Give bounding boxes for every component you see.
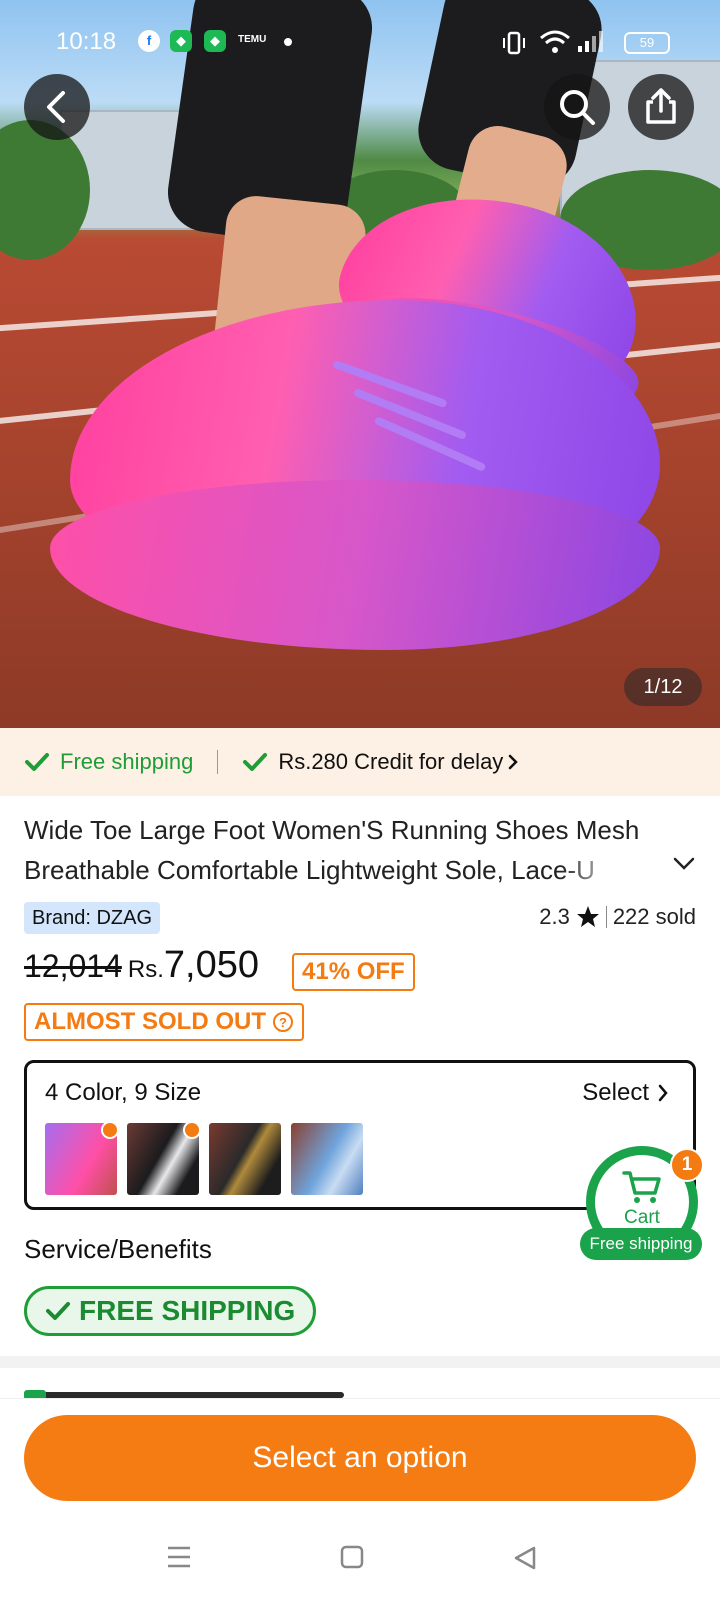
color-thumbnail[interactable]: [127, 1123, 199, 1195]
rating-value: 2.3: [539, 904, 570, 929]
color-thumbnail[interactable]: [45, 1123, 117, 1195]
temu-icon: TEMU: [238, 34, 267, 45]
signal-icon: [578, 31, 603, 52]
variant-count-label: 4 Color, 9 Size: [45, 1079, 202, 1106]
stock-warning-badge[interactable]: ALMOST SOLD OUT ?: [24, 1003, 304, 1041]
back-button[interactable]: [24, 74, 90, 140]
shield-app-icon: ◆: [204, 30, 226, 52]
bottom-action-bar: Select an option: [0, 1398, 720, 1604]
color-thumbnail[interactable]: [291, 1123, 363, 1195]
free-shipping-pill-label: FREE SHIPPING: [79, 1295, 296, 1326]
cart-count-badge: 1: [670, 1148, 704, 1182]
image-counter: 1/12: [624, 668, 702, 706]
select-option-button[interactable]: Select an option: [24, 1415, 696, 1501]
help-icon: ?: [272, 1012, 293, 1032]
divider: [605, 906, 607, 928]
wifi-icon: [540, 30, 570, 53]
search-icon: [560, 90, 595, 125]
select-variant-link[interactable]: Select: [582, 1079, 669, 1107]
stock-warning-label: ALMOST SOLD OUT: [34, 1008, 266, 1035]
notification-dot-icon: [284, 38, 292, 46]
divider: [217, 750, 219, 774]
shipping-strip[interactable]: Free shipping Rs.280 Credit for delay: [0, 728, 720, 796]
rating-summary[interactable]: 2.3 222 sold: [539, 904, 696, 930]
chevron-down-icon[interactable]: [672, 856, 696, 872]
hot-badge-icon: [183, 1123, 199, 1139]
free-shipping-label: Free shipping: [60, 749, 194, 774]
chevron-right-icon: [658, 1084, 668, 1102]
original-price: 12,014: [24, 948, 122, 984]
cart-label: Cart: [624, 1207, 660, 1228]
home-nav-icon[interactable]: [340, 1545, 364, 1569]
menu-nav-icon[interactable]: [166, 1545, 192, 1569]
chevron-left-icon: [47, 91, 65, 123]
brand-badge[interactable]: Brand: DZAG: [24, 902, 161, 934]
cart-icon: [622, 1171, 661, 1203]
currency-label: Rs.: [127, 956, 164, 983]
svg-text:?: ?: [279, 1015, 287, 1030]
status-bar: 10:18 f ◆ ◆ TEMU 59: [0, 22, 720, 62]
checkmark-icon: [46, 1302, 70, 1320]
services-heading: Service/Benefits: [24, 1234, 212, 1264]
section-divider: [0, 1356, 720, 1368]
shoe-front-sole: [50, 480, 660, 650]
select-label: Select: [582, 1079, 649, 1106]
status-time: 10:18: [56, 28, 117, 55]
facebook-icon: f: [138, 30, 160, 52]
price-row: 12,014 Rs. 7,050: [24, 944, 259, 1000]
checkmark-icon: [243, 753, 268, 771]
product-image[interactable]: 10:18 f ◆ ◆ TEMU 59 1/12: [0, 0, 720, 728]
share-button[interactable]: [628, 74, 694, 140]
sold-count: 222 sold: [612, 904, 696, 929]
search-button[interactable]: [544, 74, 610, 140]
title-fade: [560, 850, 670, 890]
cart-free-shipping-badge: Free shipping: [580, 1228, 702, 1260]
discount-badge: 41% OFF: [292, 953, 415, 991]
current-price: 7,050: [163, 944, 259, 986]
vibrate-icon: [503, 31, 525, 55]
delay-credit-label[interactable]: Rs.280 Credit for delay: [278, 749, 503, 775]
share-icon: [646, 88, 676, 124]
back-nav-icon[interactable]: [512, 1545, 538, 1571]
checkmark-icon: [25, 753, 49, 771]
battery-icon: 59: [624, 32, 670, 54]
color-thumbnail[interactable]: [209, 1123, 281, 1195]
shield-app-icon: ◆: [170, 30, 192, 52]
star-icon: [576, 906, 599, 927]
free-shipping-pill[interactable]: FREE SHIPPING: [24, 1286, 317, 1336]
chevron-right-icon: [509, 754, 519, 770]
hot-badge-icon: [101, 1123, 117, 1139]
